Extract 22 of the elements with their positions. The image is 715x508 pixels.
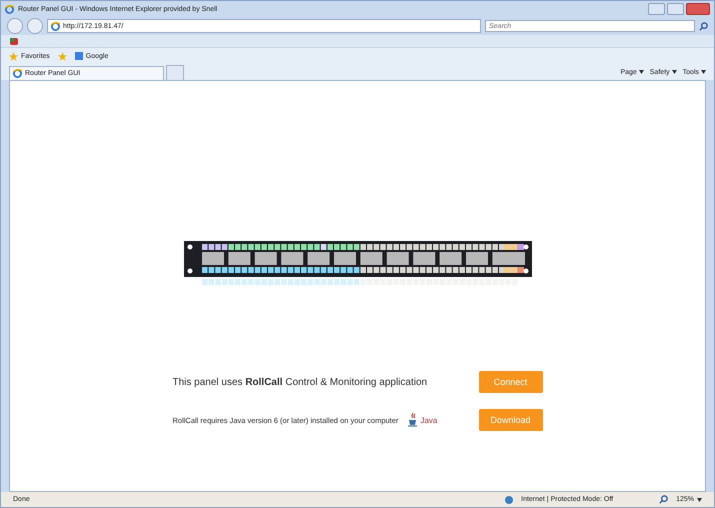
close-button[interactable] bbox=[686, 3, 710, 15]
caret-icon bbox=[672, 70, 677, 74]
java-label: Java bbox=[420, 416, 438, 424]
star-icon[interactable] bbox=[9, 52, 18, 60]
caret-icon bbox=[638, 70, 644, 74]
caret-icon bbox=[697, 498, 702, 502]
browser-icon bbox=[13, 69, 22, 78]
browser-icon bbox=[51, 22, 60, 30]
search-icon[interactable] bbox=[699, 22, 708, 30]
new-tab-button[interactable] bbox=[166, 65, 184, 80]
coffee-cup-icon bbox=[408, 413, 418, 427]
star-icon[interactable] bbox=[58, 52, 67, 60]
caret-icon bbox=[701, 70, 706, 74]
globe-icon bbox=[505, 496, 514, 504]
site-icon bbox=[74, 52, 83, 60]
maximize-button[interactable] bbox=[667, 3, 684, 15]
minimize-button[interactable] bbox=[648, 3, 665, 15]
browser-icon bbox=[5, 4, 14, 14]
forward-button[interactable] bbox=[27, 18, 43, 34]
back-button[interactable] bbox=[7, 18, 23, 34]
zoom-icon[interactable] bbox=[659, 495, 668, 504]
intro-text: This panel uses RollCall Control & Monitoring application bbox=[172, 376, 428, 388]
